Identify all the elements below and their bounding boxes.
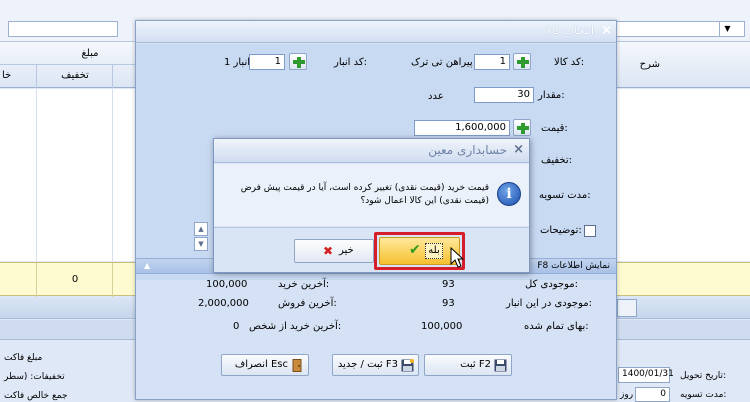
gheymat-label: قیمت: bbox=[541, 123, 568, 134]
sabt-button[interactable]: ثبت F2 bbox=[424, 354, 512, 376]
column-divider bbox=[112, 89, 113, 261]
baha-value: 100,000 bbox=[421, 321, 463, 332]
tozihat-label: توضیحات: bbox=[540, 225, 582, 236]
jam-khales-label: جمع خالص فاکت bbox=[4, 391, 68, 401]
add-price-button[interactable] bbox=[513, 119, 531, 136]
no-button[interactable]: ✖ خیر bbox=[294, 239, 374, 263]
header-divider bbox=[0, 64, 135, 65]
cross-icon: ✖ bbox=[323, 244, 334, 258]
moddat-tasvie-input[interactable]: 0 bbox=[635, 387, 670, 402]
confirm-dialog: حسابداری معین × i قیمت خرید (قیمت نقدی) … bbox=[213, 138, 530, 273]
mojoodi-anbar-value: 93 bbox=[442, 298, 455, 309]
no-label: خیر bbox=[339, 245, 354, 256]
takhfif-label: تخفیف: bbox=[541, 155, 573, 166]
checkmark-icon: ✔ bbox=[409, 242, 421, 258]
exit-door-icon bbox=[292, 359, 302, 372]
meghdar-label: مقدار: bbox=[538, 90, 565, 101]
enseraf-label: انصراف Esc bbox=[234, 359, 288, 370]
close-icon[interactable]: × bbox=[601, 23, 612, 38]
moddat-tasvie-label: مدت تسویه: bbox=[680, 390, 727, 400]
akharin-kharid-label: آخرین خرید: bbox=[278, 279, 330, 290]
sabt-label: ثبت F2 bbox=[460, 359, 491, 370]
code-anbar-input[interactable]: 1 bbox=[249, 54, 285, 70]
yes-label: بله bbox=[425, 243, 443, 259]
collapse-arrow-icon[interactable]: ▲ bbox=[144, 261, 150, 270]
save-new-icon bbox=[401, 359, 414, 372]
tarikh-tahvil-label: تاریخ تحویل: bbox=[680, 371, 727, 381]
footer-button[interactable] bbox=[617, 299, 637, 317]
akharin-foroosh-value: 2,000,000 bbox=[198, 298, 249, 309]
takhfifat-label: تخفیفات: (سطر bbox=[4, 372, 65, 382]
header-sharh: شرح bbox=[639, 59, 660, 70]
confirm-body: i قیمت خرید (قیمت نقدی) تغییر کرده است، … bbox=[214, 164, 529, 226]
spin-buttons[interactable]: ▲ ▼ bbox=[194, 222, 208, 252]
header-mablagh: مبلغ bbox=[81, 48, 99, 59]
arrow-down-icon[interactable]: ▼ bbox=[194, 237, 208, 251]
confirm-title: حسابداری معین bbox=[428, 143, 507, 157]
mojoodi-kol-value: 93 bbox=[442, 279, 455, 290]
save-icon bbox=[494, 359, 507, 372]
baha-label: بهای تمام شده: bbox=[524, 321, 589, 332]
kala-name: پیراهن تی ترک bbox=[411, 57, 473, 68]
gheymat-input[interactable]: 1,600,000 bbox=[414, 120, 510, 136]
mouse-pointer-icon bbox=[450, 247, 464, 268]
mablagh-factor-label: مبلغ فاکت bbox=[4, 353, 43, 363]
moddat-label: مدت تسویه: bbox=[539, 190, 591, 201]
code-kala-label: کد کالا: bbox=[554, 57, 585, 68]
akharin-shakhs-label: آخرین خرید از شخص: bbox=[249, 321, 342, 332]
mojoodi-anbar-label: موجودی در این انبار: bbox=[506, 298, 592, 309]
total-takhfif-value: 0 bbox=[71, 274, 79, 285]
confirm-message-line2: (قیمت نقدی) این کالا اعمال شود؟ bbox=[360, 196, 489, 206]
confirm-titlebar: حسابداری معین × bbox=[214, 139, 529, 163]
sabt-jadid-button[interactable]: ثبت / جدید F3 bbox=[332, 354, 419, 376]
code-kala-input[interactable]: 1 bbox=[474, 54, 510, 70]
close-icon[interactable]: × bbox=[513, 142, 524, 157]
mojoodi-kol-label: موجودی کل: bbox=[525, 279, 579, 290]
right-combo[interactable]: ▼ bbox=[615, 21, 745, 37]
arrow-up-icon[interactable]: ▲ bbox=[194, 222, 208, 236]
sabt-jadid-label: ثبت / جدید F3 bbox=[337, 359, 398, 370]
dialog-title: انتخاب کالا bbox=[545, 24, 594, 37]
tozihat-checkbox[interactable] bbox=[584, 225, 596, 237]
column-divider bbox=[36, 64, 37, 88]
left-combo[interactable] bbox=[8, 21, 118, 37]
dialog-titlebar: انتخاب کالا × bbox=[136, 21, 616, 43]
column-divider bbox=[112, 64, 113, 88]
anbar-name: انبار 1 bbox=[224, 57, 251, 68]
info-icon: i bbox=[497, 182, 521, 206]
akharin-foroosh-label: آخرین فروش: bbox=[278, 298, 337, 309]
header-takhfif: تخفیف bbox=[61, 70, 89, 81]
f8-label: F8 نمایش اطلاعات bbox=[537, 261, 610, 271]
column-divider bbox=[36, 89, 37, 261]
confirm-divider bbox=[214, 227, 529, 228]
code-anbar-label: کد انبار: bbox=[334, 57, 368, 68]
meghdar-input[interactable]: 30 bbox=[474, 87, 534, 103]
yes-button[interactable]: ✔ بله bbox=[379, 237, 460, 265]
tarikh-tahvil-input[interactable]: 1400/01/31 bbox=[618, 367, 674, 383]
akharin-shakhs-value: 0 bbox=[233, 321, 240, 332]
add-anbar-button[interactable] bbox=[289, 53, 307, 70]
meghdar-unit: عدد bbox=[428, 91, 444, 102]
akharin-kharid-value: 100,000 bbox=[206, 279, 248, 290]
enseraf-button[interactable]: انصراف Esc bbox=[221, 354, 309, 376]
column-divider bbox=[112, 263, 113, 297]
column-divider bbox=[36, 263, 37, 297]
add-kala-button[interactable] bbox=[513, 53, 531, 70]
chevron-down-icon[interactable]: ▼ bbox=[719, 22, 735, 36]
header-kha: خا bbox=[2, 70, 12, 81]
moddat-unit: روز bbox=[620, 390, 634, 400]
confirm-message-line1: قیمت خرید (قیمت نقدی) تغییر کرده است، آی… bbox=[240, 183, 489, 193]
